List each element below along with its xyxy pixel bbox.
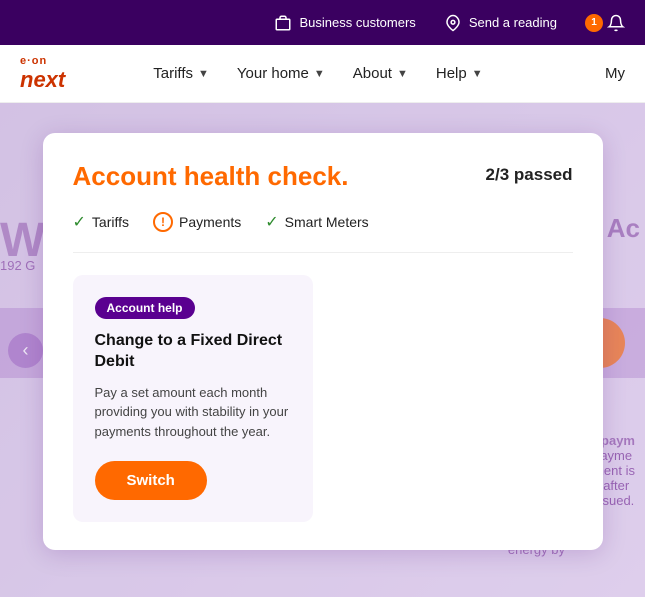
switch-button[interactable]: Switch [95,461,207,500]
send-reading-link[interactable]: Send a reading [444,14,557,32]
top-bar: Business customers Send a reading 1 [0,0,645,45]
nav-tariffs[interactable]: Tariffs ▼ [153,65,209,82]
nav-your-home[interactable]: Your home ▼ [237,65,325,82]
check-tariffs-icon: ✓ [73,212,86,232]
logo-eon: e·on [20,55,65,67]
nav-my[interactable]: My [605,65,625,82]
logo[interactable]: e·on next [20,55,65,93]
chevron-down-icon: ▼ [314,68,325,80]
health-check-modal: Account health check. 2/3 passed ✓ Tarif… [43,133,603,550]
card-title: Change to a Fixed Direct Debit [95,331,291,373]
notification-count: 1 [585,14,603,32]
chevron-down-icon: ▼ [397,68,408,80]
logo-next: next [20,67,65,93]
chevron-down-icon: ▼ [472,68,483,80]
main-nav: e·on next Tariffs ▼ Your home ▼ About ▼ … [0,45,645,103]
nav-about[interactable]: About ▼ [353,65,408,82]
modal-title: Account health check. [73,161,349,192]
check-tariffs: ✓ Tariffs [73,212,130,232]
check-payments-warning-icon: ! [153,212,173,232]
card-description: Pay a set amount each month providing yo… [95,383,291,442]
modal-header: Account health check. 2/3 passed [73,161,573,192]
nav-help[interactable]: Help ▼ [436,65,483,82]
modal-passed: 2/3 passed [486,161,573,185]
modal-overlay: Account health check. 2/3 passed ✓ Tarif… [0,103,645,597]
business-customers-link[interactable]: Business customers [274,14,415,32]
check-payments: ! Payments [153,212,241,232]
account-help-card: Account help Change to a Fixed Direct De… [73,275,313,522]
check-smart-meters: ✓ Smart Meters [265,212,368,232]
check-smart-meters-icon: ✓ [265,212,278,232]
card-tag: Account help [95,297,195,319]
check-items: ✓ Tariffs ! Payments ✓ Smart Meters [73,212,573,253]
notifications-button[interactable]: 1 [585,14,625,32]
chevron-down-icon: ▼ [198,68,209,80]
